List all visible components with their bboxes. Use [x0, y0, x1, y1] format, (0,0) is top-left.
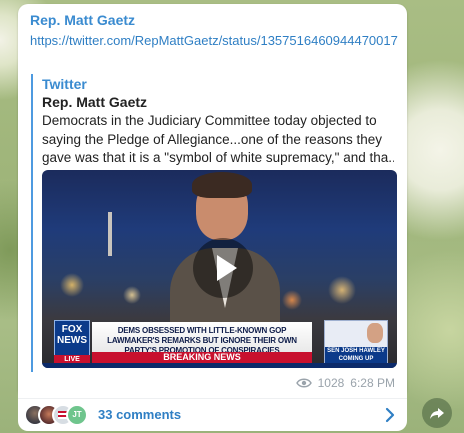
tweet-link[interactable]: https://twitter.com/RepMattGaetz/status/…: [30, 31, 402, 50]
link-preview[interactable]: Twitter Rep. Matt Gaetz Democrats in the…: [31, 74, 407, 372]
comments-bar[interactable]: JT 33 comments: [18, 398, 407, 431]
preview-description-line: saying the Pledge of Allegiance...one of…: [42, 131, 382, 147]
preview-description-line: Democrats in the Judiciary Committee tod…: [42, 113, 377, 128]
eye-icon: [295, 378, 312, 388]
preview-site-name: Twitter: [42, 76, 87, 92]
share-button[interactable]: [422, 398, 452, 428]
news-headline: DEMS OBSESSED WITH LITTLE-KNOWN GOP LAWM…: [92, 322, 312, 355]
avatar: JT: [66, 404, 88, 426]
share-icon: [430, 408, 444, 419]
network-logo: FOX NEWS: [54, 320, 90, 356]
coming-up-tag: SEN JOSH HAWLEY COMING UP: [325, 347, 387, 363]
message-bubble: Rep. Matt Gaetz https://twitter.com/RepM…: [18, 4, 407, 398]
breaking-news-banner: BREAKING NEWS: [92, 352, 312, 363]
comments-count-link[interactable]: 33 comments: [98, 407, 181, 422]
play-icon[interactable]: [193, 238, 253, 298]
news-ticker: [42, 363, 397, 368]
preview-title: Rep. Matt Gaetz: [42, 94, 148, 110]
commenter-avatars: JT: [24, 404, 94, 426]
sender-name[interactable]: Rep. Matt Gaetz: [30, 12, 135, 28]
chevron-right-icon[interactable]: [383, 407, 397, 423]
coming-up-box: SEN JOSH HAWLEY COMING UP: [324, 320, 388, 364]
news-lower-third: FOX NEWS LIVE DEMS OBSESSED WITH LITTLE-…: [42, 320, 397, 368]
preview-description-line: gave was that it is a "symbol of white s…: [42, 150, 394, 165]
preview-description: Democrats in the Judiciary Committee tod…: [42, 112, 394, 168]
monument: [108, 212, 112, 256]
video-thumbnail[interactable]: FOX NEWS LIVE DEMS OBSESSED WITH LITTLE-…: [42, 170, 397, 368]
